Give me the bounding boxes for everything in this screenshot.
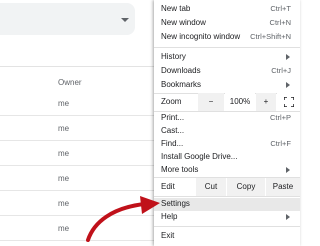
- menu-item-shortcut: Ctrl+N: [269, 18, 291, 27]
- menu-item-shortcut: Ctrl+T: [270, 4, 291, 13]
- chrome-menu: New tab Ctrl+T New window Ctrl+N New inc…: [154, 0, 300, 246]
- menu-separator: [154, 196, 300, 197]
- copy-button[interactable]: Copy: [227, 178, 265, 196]
- menu-item-shortcut: Ctrl+P: [269, 113, 291, 122]
- menu-item-bookmarks[interactable]: Bookmarks: [154, 79, 300, 92]
- cut-label: Cut: [204, 182, 218, 191]
- cut-button[interactable]: Cut: [196, 178, 226, 196]
- owner-cell: me: [58, 199, 70, 208]
- zoom-value: 100%: [229, 97, 251, 106]
- owner-cell: me: [58, 174, 70, 183]
- menu-item-settings[interactable]: Settings: [154, 198, 300, 211]
- edit-label: Edit: [161, 182, 175, 191]
- menu-item-shortcut: Ctrl+Shift+N: [250, 32, 291, 41]
- menu-item-shortcut: Ctrl+J: [271, 66, 291, 75]
- owner-cell: me: [58, 149, 70, 158]
- menu-item-label: Print...: [161, 113, 185, 122]
- menu-separator: [154, 226, 300, 227]
- menu-item-label: New tab: [161, 4, 191, 13]
- menu-item-more-tools[interactable]: More tools: [154, 164, 300, 177]
- menu-item-exit[interactable]: Exit: [154, 230, 300, 243]
- menu-item-find[interactable]: Find... Ctrl+F: [154, 138, 300, 151]
- menu-item-new-window[interactable]: New window Ctrl+N: [154, 17, 300, 30]
- menu-item-label: More tools: [161, 165, 199, 174]
- fullscreen-icon: [284, 97, 294, 107]
- header-divider: [0, 66, 155, 67]
- fullscreen-button[interactable]: [277, 93, 300, 111]
- copy-label: Copy: [236, 182, 256, 191]
- file-row[interactable]: me: [0, 166, 155, 191]
- file-row[interactable]: me: [0, 116, 155, 141]
- search-box[interactable]: [0, 3, 135, 35]
- paste-button[interactable]: Paste: [266, 178, 300, 196]
- menu-item-label: Bookmarks: [161, 80, 202, 89]
- owner-column-header[interactable]: Owner: [58, 78, 82, 87]
- search-dropdown-caret-icon[interactable]: [121, 18, 129, 22]
- menu-item-help[interactable]: Help: [154, 211, 300, 224]
- zoom-out-label: −: [208, 97, 214, 106]
- file-row[interactable]: me: [0, 91, 155, 116]
- owner-cell: me: [58, 124, 70, 133]
- menu-item-shortcut: Ctrl+F: [270, 139, 291, 148]
- menu-item-history[interactable]: History: [154, 51, 300, 64]
- file-row[interactable]: me: [0, 141, 155, 166]
- submenu-arrow-icon: [286, 214, 290, 220]
- menu-item-label: History: [161, 52, 186, 61]
- submenu-arrow-icon: [286, 54, 290, 60]
- zoom-level: 100%: [225, 93, 255, 111]
- menu-item-install-google-drive[interactable]: Install Google Drive...: [154, 151, 300, 164]
- menu-item-print[interactable]: Print... Ctrl+P: [154, 112, 300, 125]
- menu-item-label: Find...: [161, 139, 184, 148]
- owner-cell: me: [58, 99, 70, 108]
- owner-cell: me: [58, 224, 70, 233]
- zoom-out-button[interactable]: −: [198, 93, 224, 111]
- zoom-label: Zoom: [161, 97, 182, 106]
- menu-item-label: Downloads: [161, 66, 201, 75]
- menu-item-label: Cast...: [161, 126, 185, 135]
- submenu-arrow-icon: [286, 82, 290, 88]
- menu-item-new-incognito[interactable]: New incognito window Ctrl+Shift+N: [154, 31, 300, 44]
- menu-separator: [154, 47, 300, 48]
- zoom-in-label: +: [263, 97, 269, 106]
- zoom-in-button[interactable]: +: [256, 93, 276, 111]
- menu-item-label: New incognito window: [161, 32, 241, 41]
- submenu-arrow-icon: [286, 167, 290, 173]
- menu-item-new-tab[interactable]: New tab Ctrl+T: [154, 3, 300, 16]
- annotation-arrow-icon: [86, 196, 160, 242]
- menu-item-label: New window: [161, 18, 206, 27]
- zoom-row: Zoom − 100% +: [154, 93, 300, 111]
- edit-row: Edit Cut Copy Paste: [154, 178, 300, 196]
- menu-item-cast[interactable]: Cast...: [154, 125, 300, 138]
- menu-item-downloads[interactable]: Downloads Ctrl+J: [154, 65, 300, 78]
- menu-item-label: Install Google Drive...: [161, 152, 238, 161]
- paste-label: Paste: [272, 182, 294, 191]
- menu-item-label: Settings: [161, 199, 190, 208]
